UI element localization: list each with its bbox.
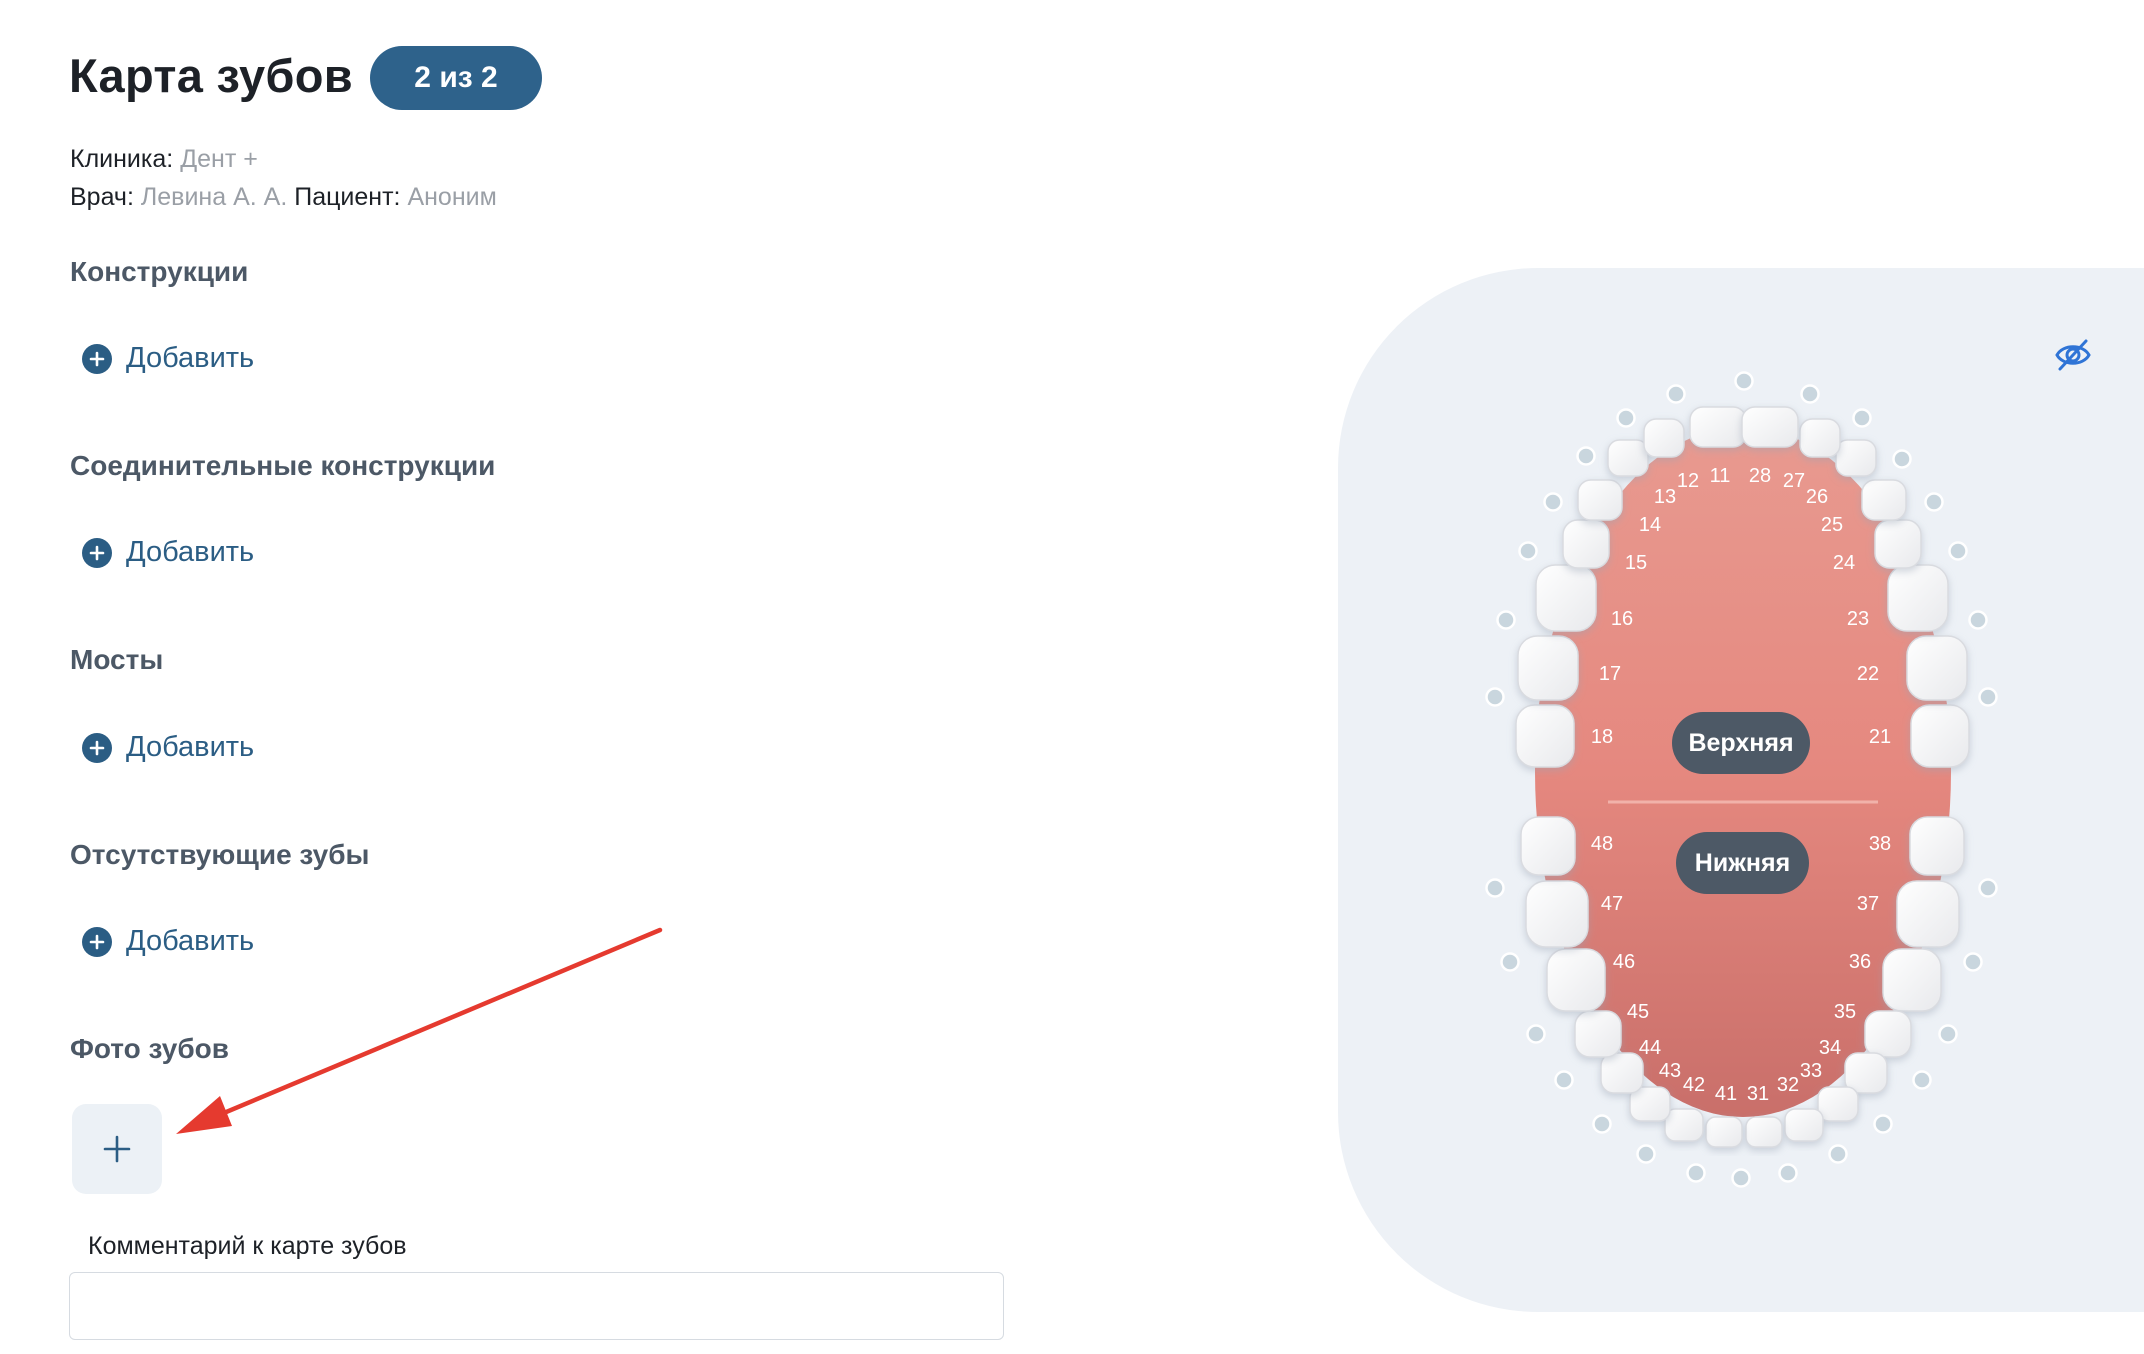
tooth-status-dot[interactable] xyxy=(1543,492,1563,512)
tooth-46[interactable] xyxy=(1546,948,1606,1012)
tooth-23[interactable] xyxy=(1887,564,1949,632)
tooth-number-label: 12 xyxy=(1677,470,1699,492)
tooth-status-dot[interactable] xyxy=(1734,371,1754,391)
tooth-16[interactable] xyxy=(1535,564,1597,632)
tooth-number-label: 47 xyxy=(1601,893,1623,915)
tooth-25[interactable] xyxy=(1861,479,1907,521)
tooth-status-dot[interactable] xyxy=(1852,408,1872,428)
tooth-status-dot[interactable] xyxy=(1616,408,1636,428)
tooth-status-dot[interactable] xyxy=(1636,1144,1656,1164)
tooth-35[interactable] xyxy=(1864,1010,1912,1058)
tooth-status-dot[interactable] xyxy=(1666,384,1686,404)
tooth-number-label: 48 xyxy=(1591,833,1613,855)
tooth-18[interactable] xyxy=(1515,704,1575,768)
tooth-status-dot[interactable] xyxy=(1576,446,1596,466)
tooth-47[interactable] xyxy=(1525,880,1589,948)
tooth-number-label: 35 xyxy=(1834,1001,1856,1023)
tooth-28[interactable] xyxy=(1741,406,1799,448)
tooth-number-label: 25 xyxy=(1821,514,1843,536)
tooth-number-label: 34 xyxy=(1819,1037,1841,1059)
tooth-31[interactable] xyxy=(1745,1116,1783,1148)
tooth-21[interactable] xyxy=(1910,704,1970,768)
tooth-status-dot[interactable] xyxy=(1963,952,1983,972)
tooth-number-label: 32 xyxy=(1777,1074,1799,1096)
tooth-13[interactable] xyxy=(1607,439,1649,477)
tooth-42[interactable] xyxy=(1664,1108,1704,1142)
tooth-48[interactable] xyxy=(1520,816,1576,876)
lower-jaw-button[interactable]: Нижняя xyxy=(1676,832,1809,894)
tooth-number-label: 26 xyxy=(1806,486,1828,508)
tooth-number-label: 38 xyxy=(1869,833,1891,855)
tooth-status-dot[interactable] xyxy=(1485,687,1505,707)
tooth-status-dot[interactable] xyxy=(1731,1168,1751,1188)
tooth-number-label: 16 xyxy=(1611,608,1633,630)
tooth-14[interactable] xyxy=(1577,479,1623,521)
tooth-number-label: 31 xyxy=(1747,1083,1769,1105)
upper-jaw-button[interactable]: Верхняя xyxy=(1672,712,1810,774)
tooth-status-dot[interactable] xyxy=(1800,384,1820,404)
tooth-status-dot[interactable] xyxy=(1873,1114,1893,1134)
tooth-number-label: 21 xyxy=(1869,726,1891,748)
tooth-status-dot[interactable] xyxy=(1924,492,1944,512)
tooth-26[interactable] xyxy=(1835,439,1877,477)
tooth-status-dot[interactable] xyxy=(1892,449,1912,469)
tooth-number-label: 11 xyxy=(1710,465,1731,487)
tooth-status-dot[interactable] xyxy=(1485,878,1505,898)
tooth-status-dot[interactable] xyxy=(1496,610,1516,630)
tooth-status-dot[interactable] xyxy=(1500,952,1520,972)
tooth-12[interactable] xyxy=(1643,418,1685,458)
tooth-status-dot[interactable] xyxy=(1518,541,1538,561)
tooth-status-dot[interactable] xyxy=(1938,1024,1958,1044)
tooth-22[interactable] xyxy=(1906,635,1968,701)
tooth-17[interactable] xyxy=(1517,635,1579,701)
tooth-number-label: 45 xyxy=(1627,1001,1649,1023)
tooth-33[interactable] xyxy=(1817,1086,1859,1122)
tooth-status-dot[interactable] xyxy=(1686,1163,1706,1183)
tooth-number-label: 42 xyxy=(1683,1074,1705,1096)
tooth-number-label: 46 xyxy=(1613,951,1635,973)
tooth-status-dot[interactable] xyxy=(1554,1070,1574,1090)
tooth-37[interactable] xyxy=(1896,880,1960,948)
tooth-number-label: 22 xyxy=(1857,663,1879,685)
tooth-status-dot[interactable] xyxy=(1968,610,1988,630)
tooth-number-label: 23 xyxy=(1847,608,1869,630)
tooth-chart: 18 17 16 15 14 1312 11 21 22 23 24 25 2627 28 38 37 36 35… xyxy=(1485,371,1998,1188)
tooth-27[interactable] xyxy=(1799,418,1841,458)
tooth-15[interactable] xyxy=(1562,519,1610,569)
tooth-45[interactable] xyxy=(1574,1010,1622,1058)
tooth-status-dot[interactable] xyxy=(1912,1070,1932,1090)
tooth-38[interactable] xyxy=(1909,816,1965,876)
tooth-36[interactable] xyxy=(1882,948,1942,1012)
tooth-number-label: 43 xyxy=(1659,1060,1681,1082)
tooth-41[interactable] xyxy=(1705,1116,1743,1148)
tooth-number-label: 28 xyxy=(1749,465,1771,487)
tooth-number-label: 36 xyxy=(1849,951,1871,973)
tooth-status-dot[interactable] xyxy=(1948,541,1968,561)
tooth-number-label: 18 xyxy=(1591,726,1613,748)
tooth-number-label: 24 xyxy=(1833,552,1855,574)
tooth-number-label: 13 xyxy=(1654,486,1676,508)
tooth-number-label: 37 xyxy=(1857,893,1879,915)
tooth-number-label: 41 xyxy=(1715,1083,1737,1105)
tooth-number-label: 33 xyxy=(1800,1060,1822,1082)
tooth-status-dot[interactable] xyxy=(1592,1114,1612,1134)
tooth-status-dot[interactable] xyxy=(1978,687,1998,707)
tooth-number-label: 14 xyxy=(1639,514,1661,536)
tooth-11[interactable] xyxy=(1689,406,1747,448)
tooth-number-label: 15 xyxy=(1625,552,1647,574)
tooth-24[interactable] xyxy=(1874,519,1922,569)
tooth-number-label: 44 xyxy=(1639,1037,1661,1059)
tooth-status-dot[interactable] xyxy=(1778,1163,1798,1183)
tooth-status-dot[interactable] xyxy=(1828,1144,1848,1164)
tooth-32[interactable] xyxy=(1784,1108,1824,1142)
tooth-number-label: 17 xyxy=(1599,663,1621,685)
tooth-status-dot[interactable] xyxy=(1978,878,1998,898)
tooth-44[interactable] xyxy=(1600,1052,1644,1094)
tooth-status-dot[interactable] xyxy=(1526,1024,1546,1044)
tooth-number-label: 27 xyxy=(1783,470,1805,492)
